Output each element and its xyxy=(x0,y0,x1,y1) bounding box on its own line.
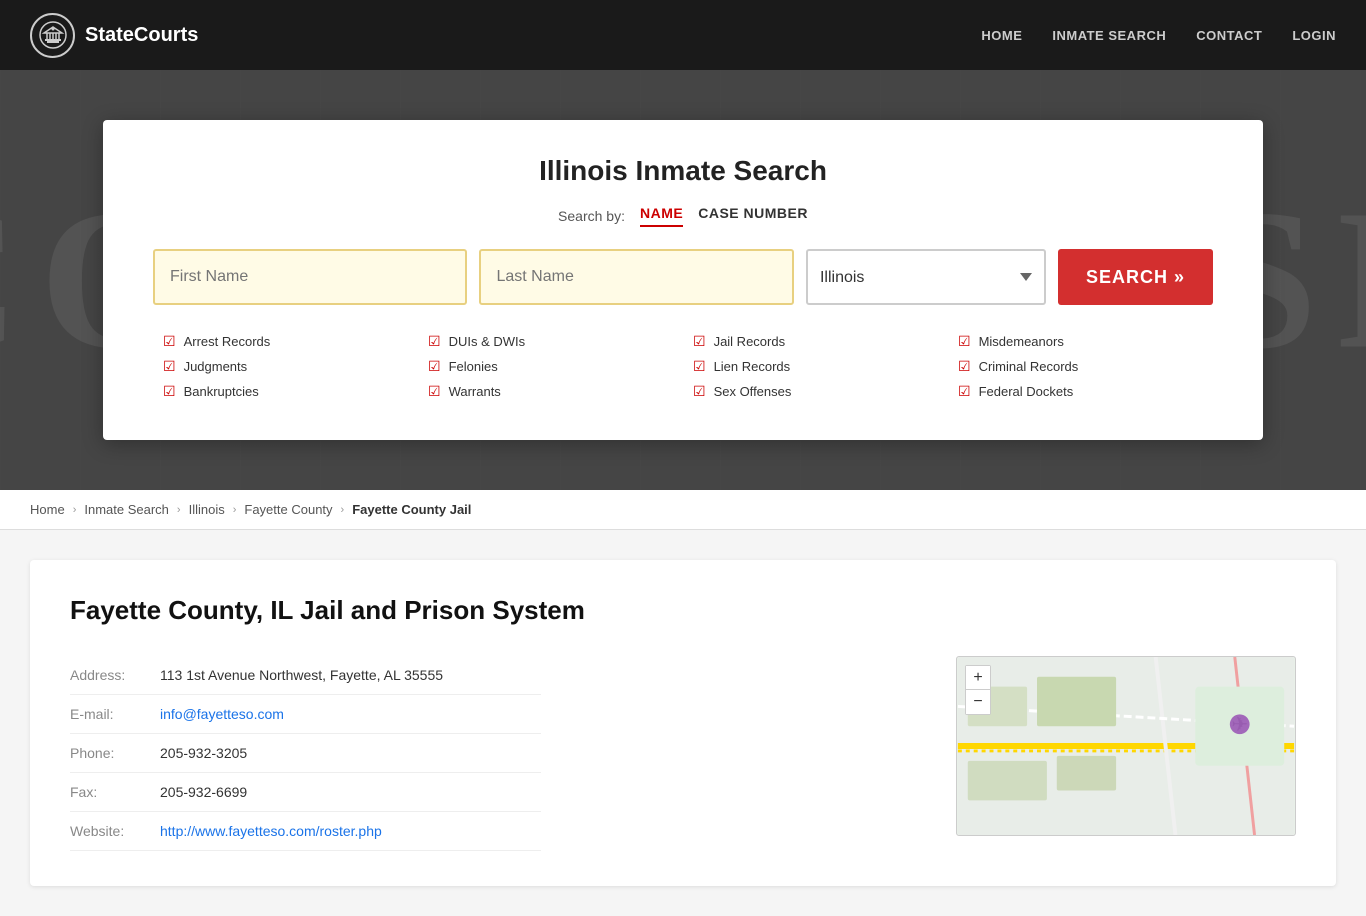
search-title: Illinois Inmate Search xyxy=(153,155,1213,187)
fax-label: Fax: xyxy=(70,773,160,812)
checkbox-item: ☑ Arrest Records xyxy=(163,333,408,350)
content-layout: Address: 113 1st Avenue Northwest, Fayet… xyxy=(70,656,1296,851)
phone-value: 205-932-3205 xyxy=(160,734,541,773)
checkbox-item: ☑ Misdemeanors xyxy=(958,333,1203,350)
phone-row: Phone: 205-932-3205 xyxy=(70,734,541,773)
checkbox-item: ☑ Jail Records xyxy=(693,333,938,350)
last-name-input[interactable] xyxy=(479,249,793,305)
main-content: Fayette County, IL Jail and Prison Syste… xyxy=(0,530,1366,916)
nav-inmate-search[interactable]: INMATE SEARCH xyxy=(1052,28,1166,43)
checkbox-label: Sex Offenses xyxy=(714,384,792,399)
checkbox-label: Federal Dockets xyxy=(979,384,1074,399)
checkbox-label: Jail Records xyxy=(714,334,786,349)
checkbox-label: Misdemeanors xyxy=(979,334,1064,349)
email-link[interactable]: info@fayetteso.com xyxy=(160,706,284,722)
breadcrumb-sep-3: › xyxy=(233,504,237,516)
map-placeholder: ✈ + − xyxy=(957,657,1295,835)
breadcrumb-inmate-search[interactable]: Inmate Search xyxy=(84,502,169,517)
checkbox-label: Criminal Records xyxy=(979,359,1079,374)
checkbox-label: DUIs & DWIs xyxy=(449,334,526,349)
facility-title: Fayette County, IL Jail and Prison Syste… xyxy=(70,595,1296,626)
checkbox-item: ☑ Warrants xyxy=(428,383,673,400)
logo-icon xyxy=(30,13,75,58)
map-section: ✈ + − xyxy=(956,656,1296,836)
phone-label: Phone: xyxy=(70,734,160,773)
first-name-input[interactable] xyxy=(153,249,467,305)
checkbox-item: ☑ Criminal Records xyxy=(958,358,1203,375)
checkbox-checked-icon: ☑ xyxy=(163,333,176,350)
checkbox-label: Lien Records xyxy=(714,359,791,374)
checkbox-label: Judgments xyxy=(184,359,248,374)
breadcrumb-fayette-county[interactable]: Fayette County xyxy=(244,502,332,517)
checkbox-checked-icon: ☑ xyxy=(958,358,971,375)
address-label: Address: xyxy=(70,656,160,695)
site-name: StateCourts xyxy=(85,24,198,47)
search-button[interactable]: SEARCH » xyxy=(1058,249,1213,305)
address-value: 113 1st Avenue Northwest, Fayette, AL 35… xyxy=(160,656,541,695)
info-section: Address: 113 1st Avenue Northwest, Fayet… xyxy=(70,656,926,851)
content-card: Fayette County, IL Jail and Prison Syste… xyxy=(30,560,1336,886)
breadcrumb-sep-1: › xyxy=(73,504,77,516)
map-zoom-out[interactable]: − xyxy=(966,690,990,714)
email-row: E-mail: info@fayetteso.com xyxy=(70,695,541,734)
checkbox-item: ☑ Lien Records xyxy=(693,358,938,375)
checkbox-label: Felonies xyxy=(449,359,498,374)
map-zoom-controls: + − xyxy=(965,665,991,715)
hero-section: COURTHOUSE Illinois Inmate Search Search… xyxy=(0,70,1366,490)
checkbox-checked-icon: ☑ xyxy=(428,333,441,350)
website-value: http://www.fayetteso.com/roster.php xyxy=(160,812,541,851)
fax-row: Fax: 205-932-6699 xyxy=(70,773,541,812)
breadcrumb-sep-4: › xyxy=(341,504,345,516)
tab-case-number[interactable]: CASE NUMBER xyxy=(698,205,808,227)
website-row: Website: http://www.fayetteso.com/roster… xyxy=(70,812,541,851)
search-inputs-row: Illinois Alabama Alaska Arizona Arkansas… xyxy=(153,249,1213,305)
tab-name[interactable]: NAME xyxy=(640,205,683,227)
checkbox-item: ☑ Sex Offenses xyxy=(693,383,938,400)
checkbox-checked-icon: ☑ xyxy=(163,383,176,400)
checkbox-item: ☑ DUIs & DWIs xyxy=(428,333,673,350)
email-value: info@fayetteso.com xyxy=(160,695,541,734)
breadcrumb-sep-2: › xyxy=(177,504,181,516)
checkbox-label: Arrest Records xyxy=(184,334,271,349)
breadcrumb: Home › Inmate Search › Illinois › Fayett… xyxy=(0,490,1366,530)
checkbox-checked-icon: ☑ xyxy=(428,358,441,375)
checkbox-label: Bankruptcies xyxy=(184,384,259,399)
nav-login[interactable]: LOGIN xyxy=(1292,28,1336,43)
fax-value: 205-932-6699 xyxy=(160,773,541,812)
checkboxes-grid: ☑ Arrest Records ☑ DUIs & DWIs ☑ Jail Records… xyxy=(153,333,1213,400)
website-link[interactable]: http://www.fayetteso.com/roster.php xyxy=(160,823,382,839)
checkbox-checked-icon: ☑ xyxy=(163,358,176,375)
checkbox-checked-icon: ☑ xyxy=(693,333,706,350)
checkbox-label: Warrants xyxy=(449,384,501,399)
search-by-label: Search by: xyxy=(558,208,625,224)
checkbox-checked-icon: ☑ xyxy=(958,383,971,400)
search-card: Illinois Inmate Search Search by: NAME C… xyxy=(103,120,1263,440)
address-row: Address: 113 1st Avenue Northwest, Fayet… xyxy=(70,656,541,695)
checkbox-item: ☑ Judgments xyxy=(163,358,408,375)
main-nav: HOME INMATE SEARCH CONTACT LOGIN xyxy=(981,28,1336,43)
checkbox-item: ☑ Federal Dockets xyxy=(958,383,1203,400)
breadcrumb-home[interactable]: Home xyxy=(30,502,65,517)
checkbox-checked-icon: ☑ xyxy=(693,383,706,400)
checkbox-checked-icon: ☑ xyxy=(428,383,441,400)
email-label: E-mail: xyxy=(70,695,160,734)
map-zoom-in[interactable]: + xyxy=(966,666,990,690)
info-table: Address: 113 1st Avenue Northwest, Fayet… xyxy=(70,656,541,851)
checkbox-item: ☑ Felonies xyxy=(428,358,673,375)
map-svg: ✈ xyxy=(957,657,1295,835)
website-label: Website: xyxy=(70,812,160,851)
checkbox-checked-icon: ☑ xyxy=(958,333,971,350)
breadcrumb-illinois[interactable]: Illinois xyxy=(189,502,225,517)
logo-area: StateCourts xyxy=(30,13,198,58)
checkbox-checked-icon: ☑ xyxy=(693,358,706,375)
nav-contact[interactable]: CONTACT xyxy=(1196,28,1262,43)
breadcrumb-current: Fayette County Jail xyxy=(352,502,471,517)
header: StateCourts HOME INMATE SEARCH CONTACT L… xyxy=(0,0,1366,70)
search-by-row: Search by: NAME CASE NUMBER xyxy=(153,205,1213,227)
nav-home[interactable]: HOME xyxy=(981,28,1022,43)
state-select[interactable]: Illinois Alabama Alaska Arizona Arkansas… xyxy=(806,249,1046,305)
checkbox-item: ☑ Bankruptcies xyxy=(163,383,408,400)
